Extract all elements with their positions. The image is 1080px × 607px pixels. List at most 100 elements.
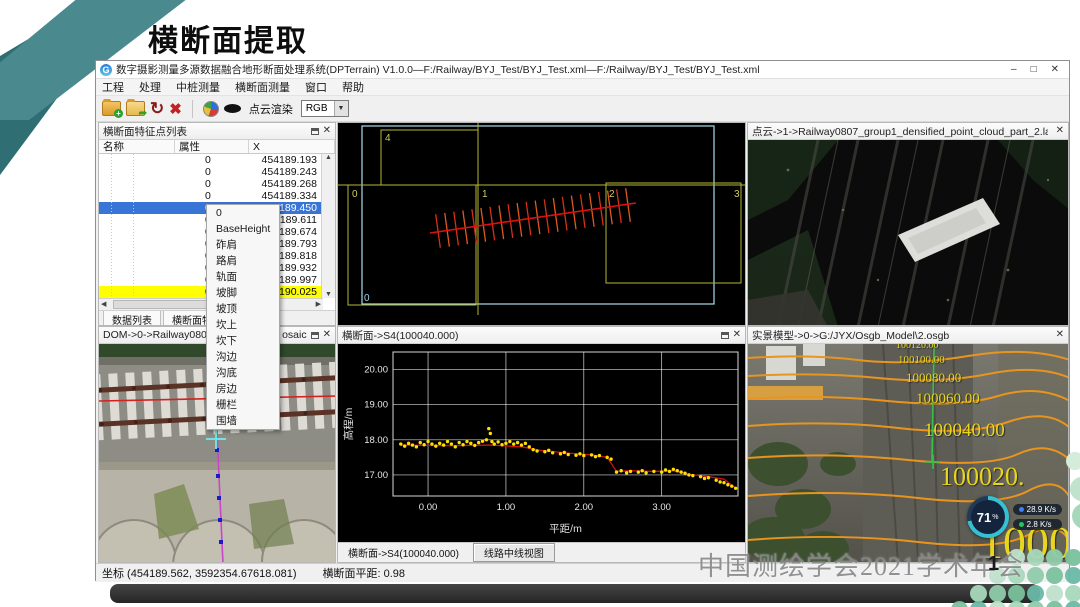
float-panel-icon[interactable] [720, 331, 729, 339]
svg-text:18.00: 18.00 [364, 435, 388, 446]
dot-decoration [1065, 567, 1080, 584]
context-menu-item-2[interactable]: 砟肩 [207, 237, 279, 253]
context-menu-item-9[interactable]: 沟边 [207, 349, 279, 365]
menu-item-3[interactable]: 横断面测量 [235, 79, 290, 95]
context-menu-item-8[interactable]: 坎下 [207, 333, 279, 349]
menu-item-2[interactable]: 中桩测量 [176, 79, 220, 95]
scroll-down-icon[interactable]: ▼ [322, 291, 335, 298]
scroll-up-icon[interactable]: ▲ [322, 154, 335, 161]
close-panel-icon[interactable]: ✕ [1056, 126, 1064, 136]
float-panel-icon[interactable] [310, 331, 319, 339]
context-menu-item-7[interactable]: 坎上 [207, 317, 279, 333]
tab-section-s4[interactable]: 横断面->S4(100040.000) [342, 544, 465, 561]
status-coordinates: 坐标 (454189.562, 3592354.67618.081) [102, 568, 297, 580]
column-header-attr[interactable]: 属性 [175, 140, 249, 153]
context-menu-item-3[interactable]: 路肩 [207, 253, 279, 269]
svg-text:高程/m: 高程/m [342, 407, 355, 440]
table-row[interactable]: 0 454189.334 [99, 190, 323, 202]
plan-view-canvas[interactable]: 0 1 2 3 4 0 [338, 123, 745, 325]
column-header-x[interactable]: X [249, 140, 335, 153]
menu-item-4[interactable]: 窗口 [305, 79, 327, 95]
table-row[interactable]: 0 454189.243 [99, 166, 323, 178]
pointcloud-panel: 点云->1->Railway0807_group1_densified_poin… [747, 122, 1069, 326]
svg-text:17.00: 17.00 [364, 470, 388, 481]
feature-panel-title: 横断面特征点列表 [103, 125, 187, 138]
svg-text:0: 0 [364, 293, 370, 304]
mileage-label: 100120.00 [896, 344, 939, 351]
scroll-right-icon[interactable]: ▶ [316, 300, 321, 308]
open-folder-icon[interactable]: ➦ [126, 99, 147, 119]
close-panel-icon[interactable]: ✕ [323, 126, 331, 136]
section-view-tabs: 横断面->S4(100040.000) 线路中线视图 [338, 542, 745, 562]
context-menu-item-12[interactable]: 栅栏 [207, 397, 279, 413]
plan-view-panel: 0 1 2 3 4 0 [337, 122, 746, 326]
context-menu-item-1[interactable]: BaseHeight [207, 221, 279, 237]
mileage-label: 100080.00 [906, 370, 962, 385]
model-panel-title: 实景模型->0->G:/JYX/Osgb_Model\2.osgb [752, 329, 950, 342]
refresh-icon[interactable]: ↻ [150, 100, 164, 117]
scroll-left-icon[interactable]: ◀ [101, 300, 106, 308]
svg-text:3.00: 3.00 [652, 502, 671, 513]
menu-item-0[interactable]: 工程 [102, 79, 124, 95]
section-chart-canvas[interactable]: 17.00 18.00 19.00 20.00 0.00 1.00 2.00 3.00 平距/m… [338, 344, 745, 544]
svg-text:4: 4 [385, 133, 391, 144]
context-menu-item-13[interactable]: 围墙 [207, 413, 279, 429]
dot-decoration [1027, 601, 1044, 607]
download-speed-badge: 28.9 K/s [1012, 504, 1062, 515]
column-header-name[interactable]: 名称 [99, 140, 175, 153]
context-menu-item-6[interactable]: 坡顶 [207, 301, 279, 317]
presentation-slide: 横断面提取 G 数字摄影测量多源数据融合地形断面处理系统(DPTerrain) … [0, 0, 1080, 607]
context-menu-item-10[interactable]: 沟底 [207, 365, 279, 381]
dot-decoration [1046, 567, 1063, 584]
table-row[interactable]: 0 454189.268 [99, 178, 323, 190]
close-red-x-icon[interactable]: ✖ [169, 100, 182, 118]
eye-icon[interactable] [223, 104, 241, 113]
chevron-down-icon[interactable]: ▼ [333, 101, 348, 116]
mileage-label: 100060.00 [916, 391, 980, 407]
minimize-button[interactable]: – [1011, 63, 1017, 77]
toolbar-separator [191, 99, 193, 118]
context-menu-item-4[interactable]: 轨面 [207, 269, 279, 285]
dot-decoration [989, 585, 1006, 602]
network-speed-overlay: 71% 28.9 K/s 2.8 K/s [966, 496, 1062, 538]
mileage-label: 100040.00 [924, 420, 1005, 441]
maximize-button[interactable]: □ [1031, 63, 1037, 77]
dot-decoration [1027, 585, 1044, 602]
pointcloud-canvas[interactable] [748, 140, 1068, 325]
menu-item-1[interactable]: 处理 [139, 79, 161, 95]
svg-text:19.00: 19.00 [364, 400, 388, 411]
dot-decoration [1027, 567, 1044, 584]
close-panel-icon[interactable]: ✕ [323, 330, 331, 340]
vertical-scrollbar[interactable]: ▲ ▼ [321, 154, 335, 298]
context-menu-item-0[interactable]: 0 [207, 205, 279, 221]
progress-ring: 71% [966, 496, 1009, 538]
tab-data-list[interactable]: 数据列表 [103, 311, 161, 325]
float-panel-icon[interactable] [310, 127, 319, 135]
upload-speed-badge: 2.8 K/s [1012, 519, 1062, 530]
table-row[interactable]: 0 454189.193 [99, 154, 323, 166]
close-button[interactable]: ✕ [1051, 63, 1059, 77]
pointcloud-panel-title: 点云->1->Railway0807_group1_densified_poin… [752, 125, 1048, 138]
mileage-label: 100100.00 [898, 354, 945, 366]
new-project-folder-plus-icon[interactable]: + [102, 99, 123, 118]
svg-text:1: 1 [482, 189, 488, 200]
color-pie-icon[interactable] [202, 100, 219, 117]
dark-bottom-strip [110, 584, 1040, 603]
application-window: G 数字摄影测量多源数据融合地形断面处理系统(DPTerrain) V1.0.0… [95, 60, 1070, 582]
close-panel-icon[interactable]: ✕ [1056, 330, 1064, 340]
app-logo-icon: G [100, 63, 112, 76]
menu-item-5[interactable]: 帮助 [342, 79, 364, 95]
attribute-context-menu: 0 BaseHeight 砟肩 路肩 轨面 坡脚 坡顶 坎上 坎下 沟边 沟底 房边 栅栏 围墙 [206, 204, 280, 430]
context-menu-item-5[interactable]: 坡脚 [207, 285, 279, 301]
svg-text:20.00: 20.00 [364, 365, 388, 376]
svg-text:平距/m: 平距/m [549, 523, 582, 535]
color-mode-select[interactable]: RGB ▼ [300, 100, 349, 117]
section-panel-title: 横断面->S4(100040.000) [342, 329, 459, 342]
window-titlebar: G 数字摄影测量多源数据融合地形断面处理系统(DPTerrain) V1.0.0… [96, 61, 1069, 79]
toolbar: + ➦ ↻ ✖ 点云渲染 RGB ▼ [96, 96, 1069, 122]
close-panel-icon[interactable]: ✕ [733, 330, 741, 340]
context-menu-item-11[interactable]: 房边 [207, 381, 279, 397]
tab-centerline-view[interactable]: 线路中线视图 [472, 543, 555, 562]
svg-text:0: 0 [352, 189, 358, 200]
dot-decoration [1008, 585, 1025, 602]
